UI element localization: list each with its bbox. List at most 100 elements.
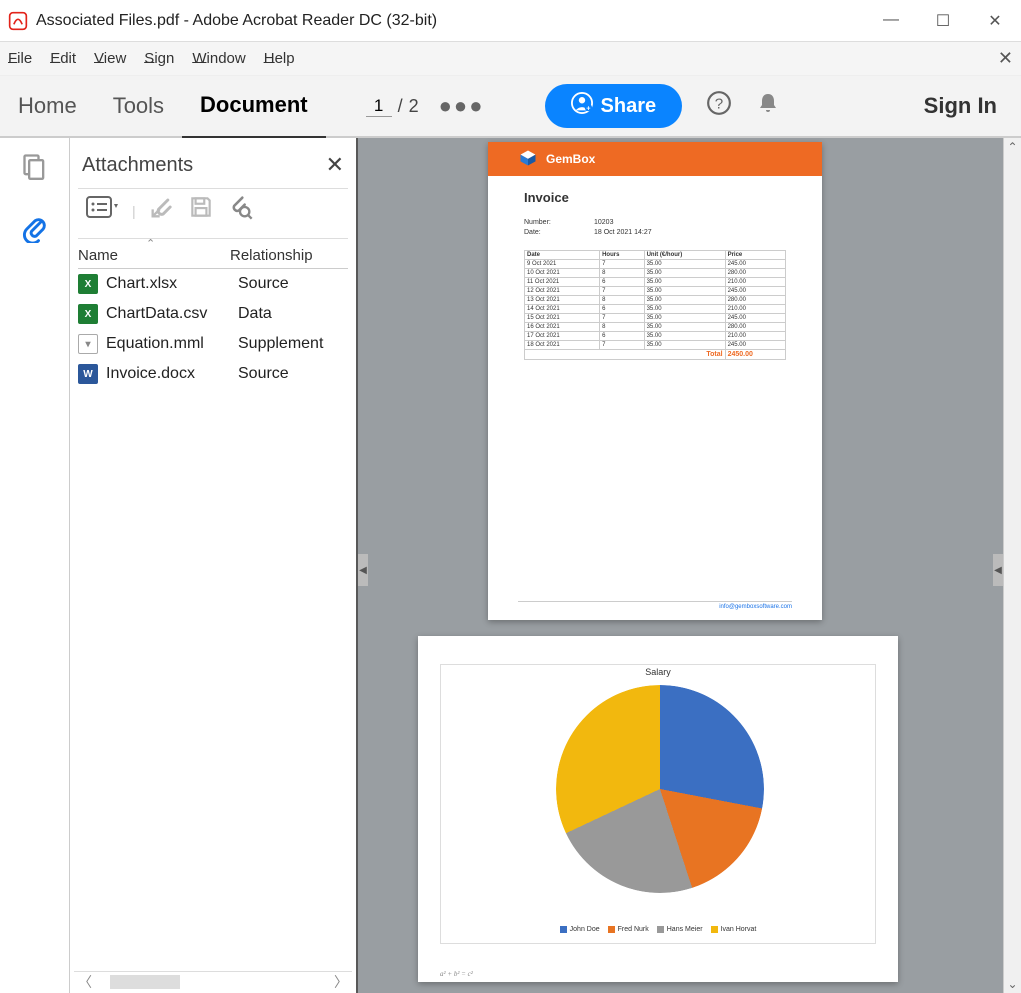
tab-document[interactable]: Document	[182, 74, 326, 139]
close-button[interactable]: ✕	[981, 11, 1009, 31]
document-page-2: Salary John DoeFred NurkHans MeierIvan H…	[418, 636, 898, 982]
attachment-row[interactable]: XChartData.csvData	[78, 299, 348, 329]
invoice-col: Hours	[600, 251, 645, 260]
invoice-row: 15 Oct 2021735.00245.00	[525, 314, 786, 323]
save-attachment-icon[interactable]	[188, 194, 214, 227]
attachment-row[interactable]: ▾Equation.mmlSupplement	[78, 329, 348, 359]
chart-legend: John DoeFred NurkHans MeierIvan Horvat	[441, 926, 875, 933]
menubar: File Edit View Sign Window Help ✕	[0, 42, 1021, 76]
attachment-name: Chart.xlsx	[106, 275, 238, 293]
attachments-tools: |	[78, 188, 348, 239]
view-options-icon[interactable]	[86, 194, 120, 227]
attachment-relationship: Source	[238, 365, 348, 383]
signin-button[interactable]: Sign In	[924, 93, 997, 119]
attachment-relationship: Source	[238, 275, 348, 293]
chart-container: Salary John DoeFred NurkHans MeierIvan H…	[440, 664, 876, 944]
invoice-row: 14 Oct 2021635.00210.00	[525, 305, 786, 314]
window-controls: — ☐ ✕	[877, 11, 1009, 31]
invoice-col: Price	[725, 251, 785, 260]
attachment-name: Equation.mml	[106, 335, 238, 353]
gembox-logo-icon	[518, 148, 538, 171]
attachment-relationship: Data	[238, 305, 348, 323]
attachments-header-row[interactable]: ⌃ Name Relationship	[78, 243, 348, 269]
minimize-button[interactable]: —	[877, 11, 905, 31]
attachment-row[interactable]: WInvoice.docxSource	[78, 359, 348, 389]
legend-item: John Doe	[560, 926, 600, 933]
menubar-close-icon[interactable]: ✕	[998, 48, 1013, 69]
maximize-button[interactable]: ☐	[929, 11, 957, 31]
tab-tools[interactable]: Tools	[95, 75, 182, 137]
invoice-brand: GemBox	[546, 152, 595, 166]
search-attachment-icon[interactable]	[226, 193, 254, 228]
invoice-col: Unit (€/hour)	[644, 251, 725, 260]
acrobat-icon	[8, 11, 28, 31]
menu-edit[interactable]: Edit	[50, 50, 76, 67]
page-total: 2	[409, 96, 419, 117]
invoice-footer-email: info@gemboxsoftware.com	[518, 601, 792, 610]
invoice-number-label: Number:	[524, 219, 594, 226]
help-icon[interactable]: ?	[706, 90, 732, 123]
menu-window[interactable]: Window	[192, 50, 245, 67]
svg-text:?: ?	[715, 95, 723, 112]
titlebar: Associated Files.pdf - Adobe Acrobat Rea…	[0, 0, 1021, 42]
attachments-panel: Attachments ✕ | ⌃ Name Relationship	[70, 138, 358, 993]
thumbnails-icon[interactable]	[21, 152, 49, 187]
collapse-left-icon[interactable]: ◀	[358, 554, 368, 586]
attachment-name: Invoice.docx	[106, 365, 238, 383]
invoice-table: DateHoursUnit (€/hour)Price 9 Oct 202173…	[524, 250, 786, 360]
scroll-up-icon[interactable]: ⌃	[1004, 138, 1021, 156]
vertical-scrollbar[interactable]: ⌃ ⌄	[1003, 138, 1021, 993]
invoice-number: 10203	[594, 219, 613, 226]
invoice-title: Invoice	[524, 190, 786, 205]
invoice-date-label: Date:	[524, 229, 594, 236]
window-title: Associated Files.pdf - Adobe Acrobat Rea…	[36, 12, 877, 30]
invoice-row: 9 Oct 2021735.00245.00	[525, 260, 786, 269]
bell-icon[interactable]	[756, 91, 780, 122]
sort-indicator-icon: ⌃	[146, 239, 155, 250]
open-attachment-icon[interactable]	[148, 193, 176, 228]
invoice-row: 17 Oct 2021635.00210.00	[525, 332, 786, 341]
scroll-left-icon[interactable]: 〈	[78, 972, 92, 992]
share-button[interactable]: + Share	[545, 84, 683, 128]
attachments-table: ⌃ Name Relationship XChart.xlsxSourceXCh…	[70, 239, 356, 993]
svg-text:+: +	[586, 103, 590, 112]
scroll-right-icon[interactable]: 〉	[334, 972, 348, 992]
more-icon[interactable]: ●●●	[439, 93, 485, 119]
attachments-hscrollbar[interactable]: 〈 〉	[74, 971, 352, 991]
invoice-row: 11 Oct 2021635.00210.00	[525, 278, 786, 287]
share-label: Share	[601, 95, 657, 118]
menu-view[interactable]: View	[94, 50, 126, 67]
main: Attachments ✕ | ⌃ Name Relationship	[0, 138, 1021, 993]
menu-file[interactable]: File	[8, 50, 32, 67]
attachments-close-icon[interactable]: ✕	[326, 152, 344, 178]
document-viewer[interactable]: ◀ ◀ ⌃ ⌄ GemBox Invoice Number:10203 Date…	[358, 138, 1021, 993]
invoice-row: 10 Oct 2021835.00280.00	[525, 269, 786, 278]
menu-help[interactable]: Help	[264, 50, 295, 67]
page-sep: /	[398, 96, 403, 117]
attachments-icon[interactable]	[21, 215, 49, 250]
tab-home[interactable]: Home	[0, 75, 95, 137]
attachments-title: Attachments	[82, 154, 326, 177]
invoice-row: 16 Oct 2021835.00280.00	[525, 323, 786, 332]
invoice-row: 12 Oct 2021735.00245.00	[525, 287, 786, 296]
toolbar: Home Tools Document / 2 ●●● + Share ? Si…	[0, 76, 1021, 138]
column-relationship[interactable]: Relationship	[230, 247, 348, 264]
collapse-right-icon[interactable]: ◀	[993, 554, 1003, 586]
invoice-header: GemBox	[488, 142, 822, 176]
page-current-input[interactable]	[366, 96, 392, 117]
legend-item: Ivan Horvat	[711, 926, 757, 933]
attachment-row[interactable]: XChart.xlsxSource	[78, 269, 348, 299]
share-user-icon: +	[571, 92, 593, 120]
pie-chart	[556, 685, 764, 893]
invoice-col: Date	[525, 251, 600, 260]
legend-item: Hans Meier	[657, 926, 703, 933]
menu-sign[interactable]: Sign	[144, 50, 174, 67]
scroll-thumb[interactable]	[110, 975, 180, 989]
equation-text: a² + b² = c²	[440, 970, 473, 978]
invoice-row: 13 Oct 2021835.00280.00	[525, 296, 786, 305]
invoice-body: Invoice Number:10203 Date:18 Oct 2021 14…	[488, 176, 822, 374]
scroll-down-icon[interactable]: ⌄	[1004, 975, 1021, 993]
invoice-date: 18 Oct 2021 14:27	[594, 229, 652, 236]
sidebar-narrow	[0, 138, 70, 993]
attachment-name: ChartData.csv	[106, 305, 238, 323]
